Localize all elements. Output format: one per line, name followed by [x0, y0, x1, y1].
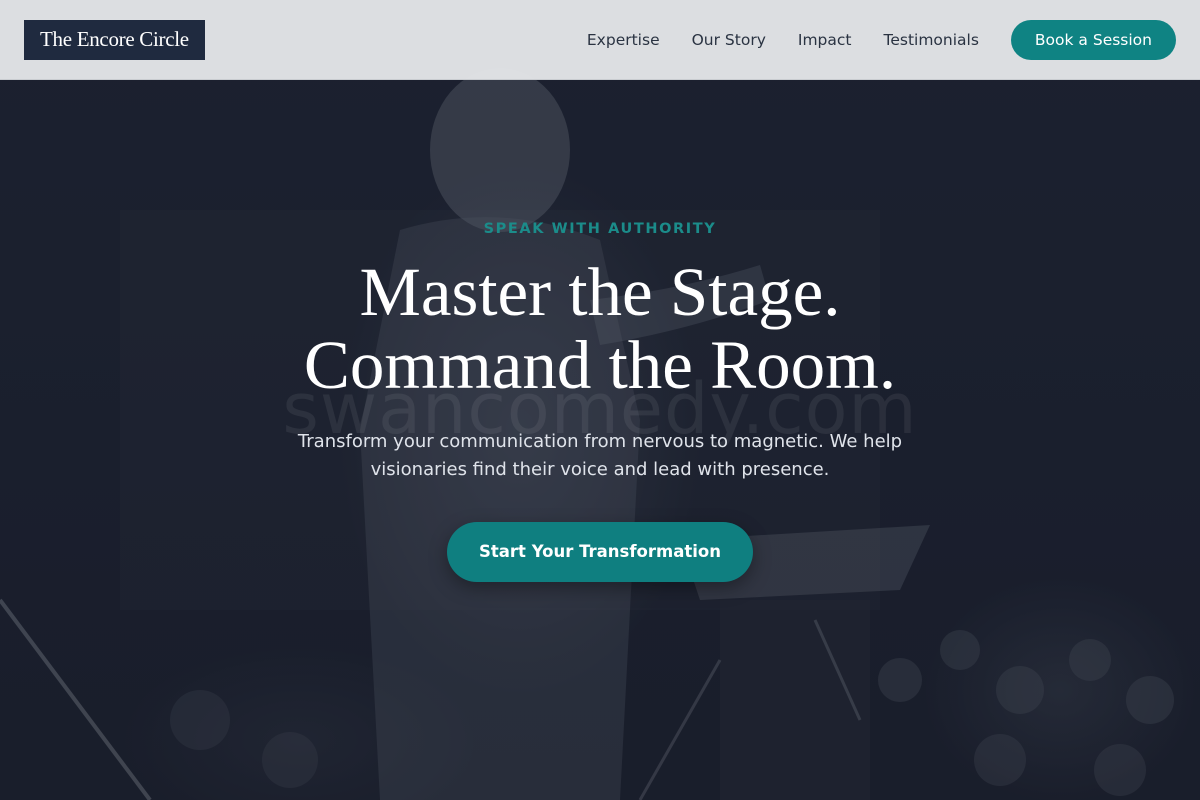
hero-eyebrow: SPEAK WITH AUTHORITY: [483, 221, 717, 237]
nav-link-our-story[interactable]: Our Story: [692, 31, 766, 49]
nav-link-testimonials[interactable]: Testimonials: [884, 31, 979, 49]
hero-headline: Master the Stage. Command the Room.: [0, 256, 1200, 402]
nav-right: Expertise Our Story Impact Testimonials …: [555, 19, 1176, 60]
start-transformation-button[interactable]: Start Your Transformation: [447, 522, 753, 582]
hero-subtitle: Transform your communication from nervou…: [297, 431, 903, 480]
book-session-button[interactable]: Book a Session: [1010, 19, 1176, 60]
main-nav: Expertise Our Story Impact Testimonials: [555, 31, 979, 49]
hero-headline-line-1: Master the Stage.: [359, 254, 841, 330]
nav-link-impact[interactable]: Impact: [798, 31, 852, 49]
brand-logo[interactable]: The Encore Circle: [24, 19, 205, 60]
nav-link-expertise[interactable]: Expertise: [587, 31, 660, 49]
landing-page: swancomedy.com The Encore Circle Experti…: [0, 0, 1200, 800]
hero-headline-line-2: Command the Room.: [303, 327, 897, 403]
site-header: The Encore Circle Expertise Our Story Im…: [0, 0, 1200, 80]
